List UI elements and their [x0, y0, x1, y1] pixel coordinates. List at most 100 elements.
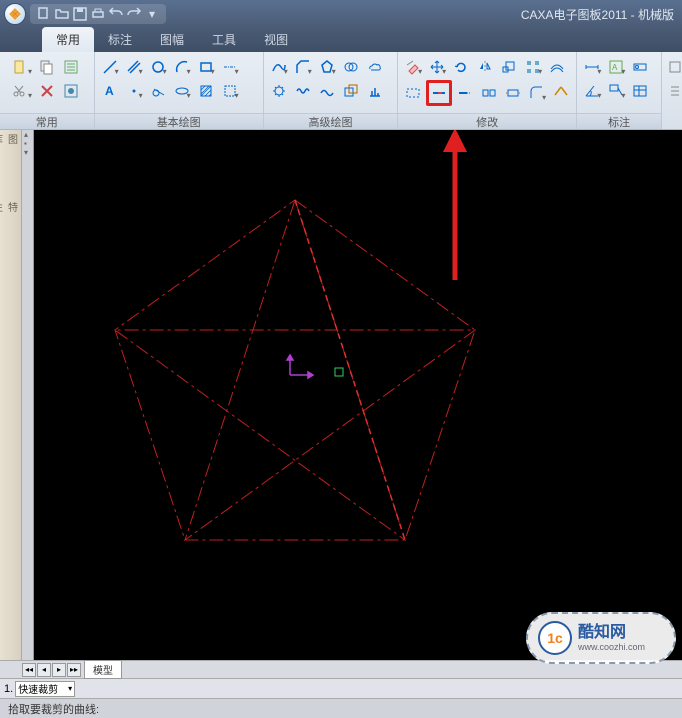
- mode-dropdown-value: 快速裁剪: [18, 681, 58, 696]
- sheet-tab-model[interactable]: 模型: [84, 660, 122, 679]
- ribbon-group-basic-draw: ▾ ▾ ▾ ▾ ▾ ▾ A ▾ ▾ ▾ 基本绘图: [95, 52, 264, 129]
- svg-text:A: A: [105, 84, 114, 98]
- ellipse-button[interactable]: ▾: [171, 80, 193, 102]
- trim-button[interactable]: [402, 82, 424, 104]
- tab-common[interactable]: 常用: [42, 27, 94, 52]
- group-label-basic: 基本绘图: [95, 113, 263, 129]
- tab-frame[interactable]: 图幅: [146, 27, 198, 52]
- gear-button[interactable]: [268, 80, 290, 102]
- explode-button[interactable]: [550, 82, 572, 104]
- open-icon[interactable]: [54, 6, 70, 22]
- erase-button[interactable]: ▾: [402, 56, 424, 78]
- print-icon[interactable]: [90, 6, 106, 22]
- dim-style-button[interactable]: A▾: [605, 56, 627, 78]
- polygon-button[interactable]: ▾: [219, 80, 241, 102]
- redo-icon[interactable]: [126, 6, 142, 22]
- array-button[interactable]: ▾: [522, 56, 544, 78]
- panel-tab-properties[interactable]: 特性: [3, 202, 19, 218]
- scale-button[interactable]: [498, 56, 520, 78]
- mode-dropdown[interactable]: 快速裁剪 ▾: [15, 681, 75, 697]
- ribbon-group-advanced-draw: ▾ ▾ ▾ 高级绘图: [264, 52, 398, 129]
- sheet-nav-prev[interactable]: ◂: [37, 663, 51, 677]
- workspace: 图库 特性 ▴▪▾: [0, 130, 682, 660]
- status-message: 拾取要裁剪的曲线:: [8, 704, 99, 716]
- polygon-n-button[interactable]: ▾: [316, 56, 338, 78]
- tab-annotate[interactable]: 标注: [94, 27, 146, 52]
- parallel-button[interactable]: ▾: [123, 56, 145, 78]
- left-side-panel: 图库 特性: [0, 130, 22, 660]
- text-button[interactable]: A: [99, 80, 121, 102]
- overflow-button-2[interactable]: [666, 80, 682, 102]
- break-button[interactable]: [478, 82, 500, 104]
- sheet-nav-last[interactable]: ▸▸: [67, 663, 81, 677]
- drawing-content: [34, 130, 682, 660]
- ribbon: ▾ ▾ 常用 ▾ ▾ ▾ ▾ ▾ ▾ A ▾: [0, 52, 682, 130]
- status-bar: 拾取要裁剪的曲线:: [0, 698, 682, 718]
- sheet-nav-next[interactable]: ▸: [52, 663, 66, 677]
- rect-button[interactable]: ▾: [195, 56, 217, 78]
- region-button[interactable]: [340, 80, 362, 102]
- chevron-down-icon: ▾: [68, 684, 72, 693]
- ribbon-group-annotate: ▾ A▾ ▾ ▾ 标注: [577, 52, 662, 129]
- ribbon-tabs: 常用 标注 图幅 工具 视图: [0, 28, 682, 52]
- tolerance-button[interactable]: [629, 56, 651, 78]
- cloud-button[interactable]: [364, 56, 386, 78]
- quick-access-toolbar: ▾: [30, 4, 166, 24]
- table-button[interactable]: [629, 80, 651, 102]
- group-label-modify: 修改: [398, 113, 576, 129]
- properties-button[interactable]: [60, 56, 82, 78]
- centerline-button[interactable]: ▾: [219, 56, 241, 78]
- group-label-common: 常用: [0, 113, 94, 129]
- extend-button[interactable]: [454, 82, 476, 104]
- sheet-nav-first[interactable]: ◂◂: [22, 663, 36, 677]
- tangent-button[interactable]: [147, 80, 169, 102]
- ripple-button[interactable]: [316, 80, 338, 102]
- new-icon[interactable]: [36, 6, 52, 22]
- arc-button[interactable]: ▾: [171, 56, 193, 78]
- stretch-button[interactable]: [502, 82, 524, 104]
- tab-view[interactable]: 视图: [250, 27, 302, 52]
- watermark-text: 酷知网 www.coozhi.com: [578, 623, 645, 653]
- window-title: CAXA电子图板2011 - 机械版: [166, 6, 678, 23]
- group-label-annotate: 标注: [577, 113, 661, 129]
- delete-button[interactable]: [36, 80, 58, 102]
- app-menu-button[interactable]: [4, 3, 26, 25]
- overflow-button-1[interactable]: [666, 56, 682, 78]
- fillet-adv-button[interactable]: ▾: [526, 82, 548, 104]
- quick-trim-button[interactable]: [426, 80, 452, 106]
- svg-text:A: A: [612, 63, 618, 72]
- intersect-circle-button[interactable]: [340, 56, 362, 78]
- angle-dim-button[interactable]: ▾: [581, 80, 603, 102]
- ribbon-group-common: ▾ ▾ 常用: [0, 52, 95, 129]
- watermark: 1c 酷知网 www.coozhi.com: [526, 612, 676, 664]
- watermark-logo: 1c: [538, 621, 572, 655]
- cut-button[interactable]: ▾: [4, 80, 34, 102]
- copy-button[interactable]: [36, 56, 58, 78]
- linear-dim-button[interactable]: ▾: [581, 56, 603, 78]
- panel-tab-library[interactable]: 图库: [3, 134, 19, 150]
- save-icon[interactable]: [72, 6, 88, 22]
- paste-button[interactable]: ▾: [4, 56, 34, 78]
- chamfer-button[interactable]: ▾: [292, 56, 314, 78]
- spline-button[interactable]: ▾: [268, 56, 290, 78]
- rotate-button[interactable]: [450, 56, 472, 78]
- qat-dropdown-icon[interactable]: ▾: [144, 6, 160, 22]
- hatch-button[interactable]: [195, 80, 217, 102]
- drawing-canvas[interactable]: [34, 130, 682, 660]
- undo-icon[interactable]: [108, 6, 124, 22]
- circle-button[interactable]: ▾: [147, 56, 169, 78]
- point-button[interactable]: ▾: [123, 80, 145, 102]
- watermark-brand: 酷知网: [578, 623, 645, 642]
- title-bar: ▾ CAXA电子图板2011 - 机械版: [0, 0, 682, 28]
- vertical-ruler: ▴▪▾: [22, 130, 34, 660]
- line-button[interactable]: ▾: [99, 56, 121, 78]
- mirror-button[interactable]: [474, 56, 496, 78]
- tab-tools[interactable]: 工具: [198, 27, 250, 52]
- chart-button[interactable]: [364, 80, 386, 102]
- leader-button[interactable]: ▾: [605, 80, 627, 102]
- ribbon-group-modify: ▾ ▾ ▾ ▾ 修改: [398, 52, 577, 129]
- move-button[interactable]: ▾: [426, 56, 448, 78]
- wave-button[interactable]: [292, 80, 314, 102]
- match-button[interactable]: [60, 80, 82, 102]
- offset-button[interactable]: [546, 56, 568, 78]
